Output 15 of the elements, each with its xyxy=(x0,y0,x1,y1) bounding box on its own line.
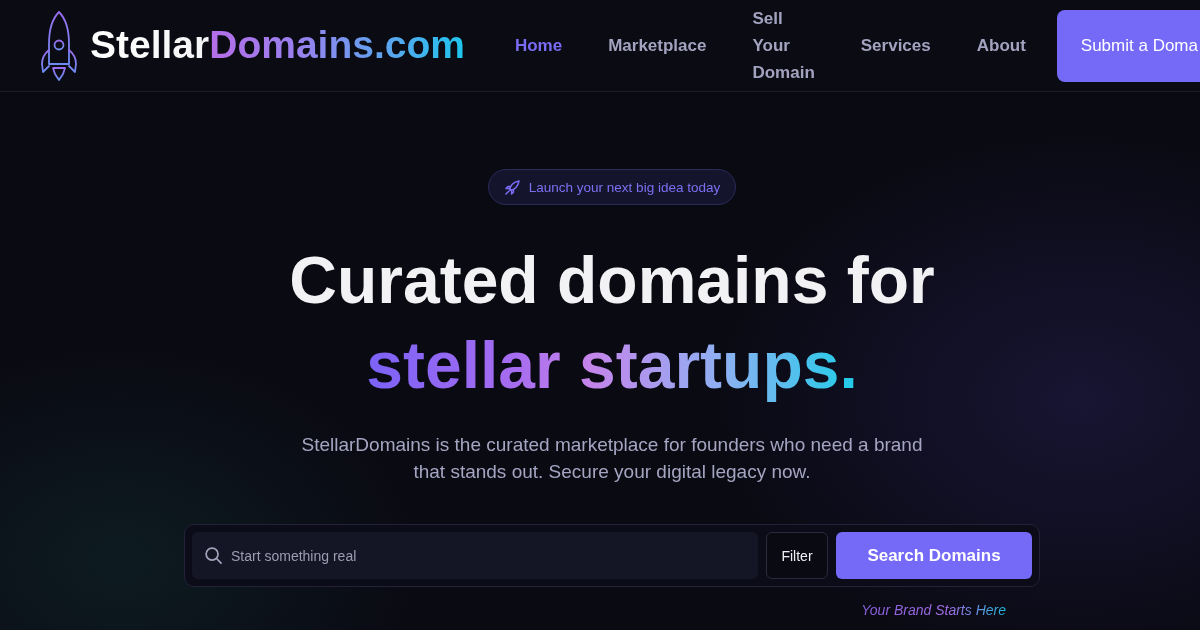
hero-description: StellarDomains is the curated marketplace for founders who need a brand that stands out. Secure your digital legacy now. xyxy=(300,433,924,484)
nav-link[interactable]: Marketplace xyxy=(608,32,707,59)
rocket-logo-icon xyxy=(40,9,78,82)
submit-domain-button[interactable]: Submit a Doma xyxy=(1056,9,1200,82)
rocket-icon xyxy=(504,179,520,195)
nav-link[interactable]: Sell Your Domain xyxy=(752,5,815,86)
nav-link[interactable]: Services xyxy=(860,32,931,59)
nav-link[interactable]: Home xyxy=(514,32,563,59)
nav-link[interactable]: About xyxy=(976,32,1026,59)
badge-text: Launch your next big idea today xyxy=(528,179,721,195)
headline-text: Curated domains for xyxy=(289,242,935,319)
filter-button[interactable]: Filter xyxy=(766,532,828,579)
search-icon xyxy=(205,547,222,564)
search-field[interactable]: Start something real xyxy=(192,532,758,579)
search-domains-button[interactable]: Search Domains xyxy=(836,532,1032,579)
